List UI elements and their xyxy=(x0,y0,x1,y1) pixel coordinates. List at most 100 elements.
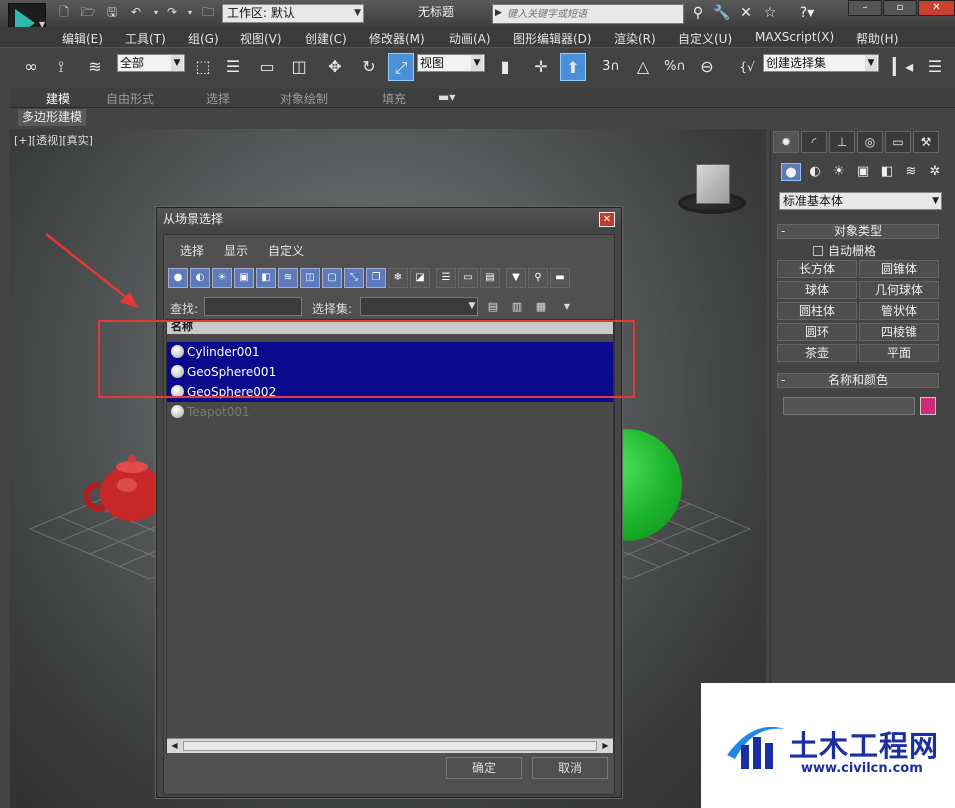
autogrid-checkbox[interactable]: 自动栅格 xyxy=(813,242,876,259)
motion-tab-icon[interactable]: ◎ xyxy=(857,131,883,153)
close-icon[interactable]: ✕ xyxy=(918,0,955,16)
angle-snap-icon[interactable]: △ xyxy=(630,53,656,81)
select-none-icon[interactable]: ▥ xyxy=(506,297,528,316)
display-none-icon[interactable]: ▭ xyxy=(458,268,478,288)
box-button[interactable]: 长方体 xyxy=(777,260,857,278)
menu-help[interactable]: 帮助(H) xyxy=(856,30,898,47)
rotate-icon[interactable]: ↻ xyxy=(356,53,382,81)
spacewarps-category-icon[interactable]: ≋ xyxy=(901,163,921,181)
wrench-icon[interactable]: 🔧 xyxy=(712,4,732,22)
move-icon[interactable]: ✥ xyxy=(322,53,348,81)
more-options-icon[interactable]: ▼ xyxy=(556,297,578,316)
open-file-icon[interactable]: 🗁 xyxy=(80,5,96,20)
keyboard-shortcut-override-icon[interactable]: ⬆ xyxy=(560,53,586,81)
plane-button[interactable]: 平面 xyxy=(859,344,939,362)
menu-modifiers[interactable]: 修改器(M) xyxy=(369,30,425,47)
save-file-icon[interactable]: 🖫 xyxy=(104,5,120,20)
reference-coordinate-dropdown[interactable]: 视图 ▼ xyxy=(417,54,485,72)
name-and-color-rollout[interactable]: - 名称和颜色 xyxy=(777,373,939,388)
cameras-category-icon[interactable]: ▣ xyxy=(853,163,873,181)
link-icon[interactable]: ∞ xyxy=(18,53,44,81)
menu-rendering[interactable]: 渲染(R) xyxy=(614,30,656,47)
select-by-name-icon[interactable]: ☰ xyxy=(220,53,246,81)
rectangular-selection-icon[interactable]: ▭ xyxy=(254,53,280,81)
menu-customize[interactable]: 自定义(U) xyxy=(678,30,732,47)
project-folder-icon[interactable]: 🗀 xyxy=(200,5,216,20)
pyramid-button[interactable]: 四棱锥 xyxy=(859,323,939,341)
undo-dropdown-icon[interactable]: ▾ xyxy=(148,5,164,20)
display-all-icon[interactable]: ☰ xyxy=(436,268,456,288)
ok-button[interactable]: 确定 xyxy=(446,757,522,779)
select-invert-icon[interactable]: ▦ xyxy=(530,297,552,316)
torus-button[interactable]: 圆环 xyxy=(777,323,857,341)
ribbon-options-icon[interactable]: ▬▾ xyxy=(438,90,455,104)
ribbon-tab-selection[interactable]: 选择 xyxy=(206,90,230,107)
sphere-button[interactable]: 球体 xyxy=(777,281,857,299)
dialog-menu-customize[interactable]: 自定义 xyxy=(268,242,304,259)
search-expand-icon[interactable]: ▶ xyxy=(495,8,502,18)
cylinder-button[interactable]: 圆柱体 xyxy=(777,302,857,320)
percent-snap-icon[interactable]: %∩ xyxy=(662,53,688,81)
undo-icon[interactable]: ↶ xyxy=(128,5,144,20)
systems-category-icon[interactable]: ✲ xyxy=(925,163,945,181)
maximize-icon[interactable]: ▫ xyxy=(883,0,917,16)
snap-3d-icon[interactable]: 3∩ xyxy=(598,53,624,81)
cameras-filter-icon[interactable]: ▣ xyxy=(234,268,254,288)
menu-graph-editors[interactable]: 图形编辑器(D) xyxy=(513,30,592,47)
close-icon[interactable]: ✕ xyxy=(599,212,615,227)
menu-maxscript[interactable]: MAXScript(X) xyxy=(755,30,834,44)
ribbon-tab-populate[interactable]: 填充 xyxy=(382,90,406,107)
geometry-category-icon[interactable]: ● xyxy=(781,163,801,181)
communication-center-icon[interactable]: ✕ xyxy=(736,4,756,22)
select-manipulate-icon[interactable]: ✛ xyxy=(528,53,554,81)
geometry-type-dropdown[interactable]: 标准基本体 ▼ xyxy=(779,192,942,210)
viewport-label[interactable]: [+][透视][真实] xyxy=(14,132,93,148)
new-file-icon[interactable]: 🗋 xyxy=(56,5,72,20)
spinner-snap-icon[interactable]: ⊖ xyxy=(694,53,720,81)
menu-group[interactable]: 组(G) xyxy=(188,30,219,47)
create-tab-icon[interactable]: ✹ xyxy=(773,131,799,153)
viewcube[interactable] xyxy=(678,162,748,222)
object-type-rollout[interactable]: - 对象类型 xyxy=(777,224,939,239)
helpers-category-icon[interactable]: ◧ xyxy=(877,163,897,181)
workspace-dropdown[interactable]: 工作区: 默认 ▼ xyxy=(222,4,364,23)
find-input[interactable] xyxy=(204,297,302,316)
checkbox-icon[interactable] xyxy=(813,246,823,256)
display-tab-icon[interactable]: ▭ xyxy=(885,131,911,153)
invert-display-icon[interactable]: ▤ xyxy=(480,268,500,288)
containers-filter-icon[interactable]: ❐ xyxy=(366,268,386,288)
edit-named-selection-icon[interactable]: {√ xyxy=(734,53,760,81)
xrefs-filter-icon[interactable]: ▢ xyxy=(322,268,342,288)
filter-icon[interactable]: ▼ xyxy=(506,268,526,288)
redo-dropdown-icon[interactable]: ▾ xyxy=(182,5,198,20)
unlink-icon[interactable]: ⟟ xyxy=(48,53,74,81)
bind-spacewarp-icon[interactable]: ≋ xyxy=(82,53,108,81)
spacewarps-filter-icon[interactable]: ≋ xyxy=(278,268,298,288)
selection-filter-dropdown[interactable]: 全部 ▼ xyxy=(117,54,185,72)
scroll-left-icon[interactable]: ◀ xyxy=(168,739,181,753)
select-all-icon[interactable]: ▤ xyxy=(482,297,504,316)
mirror-icon[interactable]: ▎◂ xyxy=(890,53,916,81)
list-item[interactable]: Teapot001 xyxy=(167,402,613,422)
hidden-filter-icon[interactable]: ◪ xyxy=(410,268,430,288)
groups-filter-icon[interactable]: ◫ xyxy=(300,268,320,288)
filter-options-icon[interactable]: ⚲ xyxy=(528,268,548,288)
ribbon-tab-modeling[interactable]: 建模 xyxy=(46,90,70,107)
minimize-icon[interactable]: – xyxy=(848,0,882,16)
redo-icon[interactable]: ↷ xyxy=(164,5,180,20)
window-crossing-icon[interactable]: ◫ xyxy=(286,53,312,81)
geometry-filter-icon[interactable]: ● xyxy=(168,268,188,288)
bones-filter-icon[interactable]: ⤡ xyxy=(344,268,364,288)
scrollbar-thumb[interactable] xyxy=(183,741,597,751)
shapes-filter-icon[interactable]: ◐ xyxy=(190,268,210,288)
scroll-right-icon[interactable]: ▶ xyxy=(599,739,612,753)
favorites-star-icon[interactable]: ☆ xyxy=(760,4,780,22)
align-icon[interactable]: ☰ xyxy=(922,53,948,81)
ribbon-panel-polygon-modeling[interactable]: 多边形建模 xyxy=(18,109,87,126)
lights-category-icon[interactable]: ☀ xyxy=(829,163,849,181)
teapot-button[interactable]: 茶壶 xyxy=(777,344,857,362)
scale-icon[interactable]: ⤢ xyxy=(388,53,414,81)
dialog-menu-select[interactable]: 选择 xyxy=(180,242,204,259)
pivot-center-icon[interactable]: ▮ xyxy=(492,53,518,81)
select-object-icon[interactable]: ⬚ xyxy=(190,53,216,81)
